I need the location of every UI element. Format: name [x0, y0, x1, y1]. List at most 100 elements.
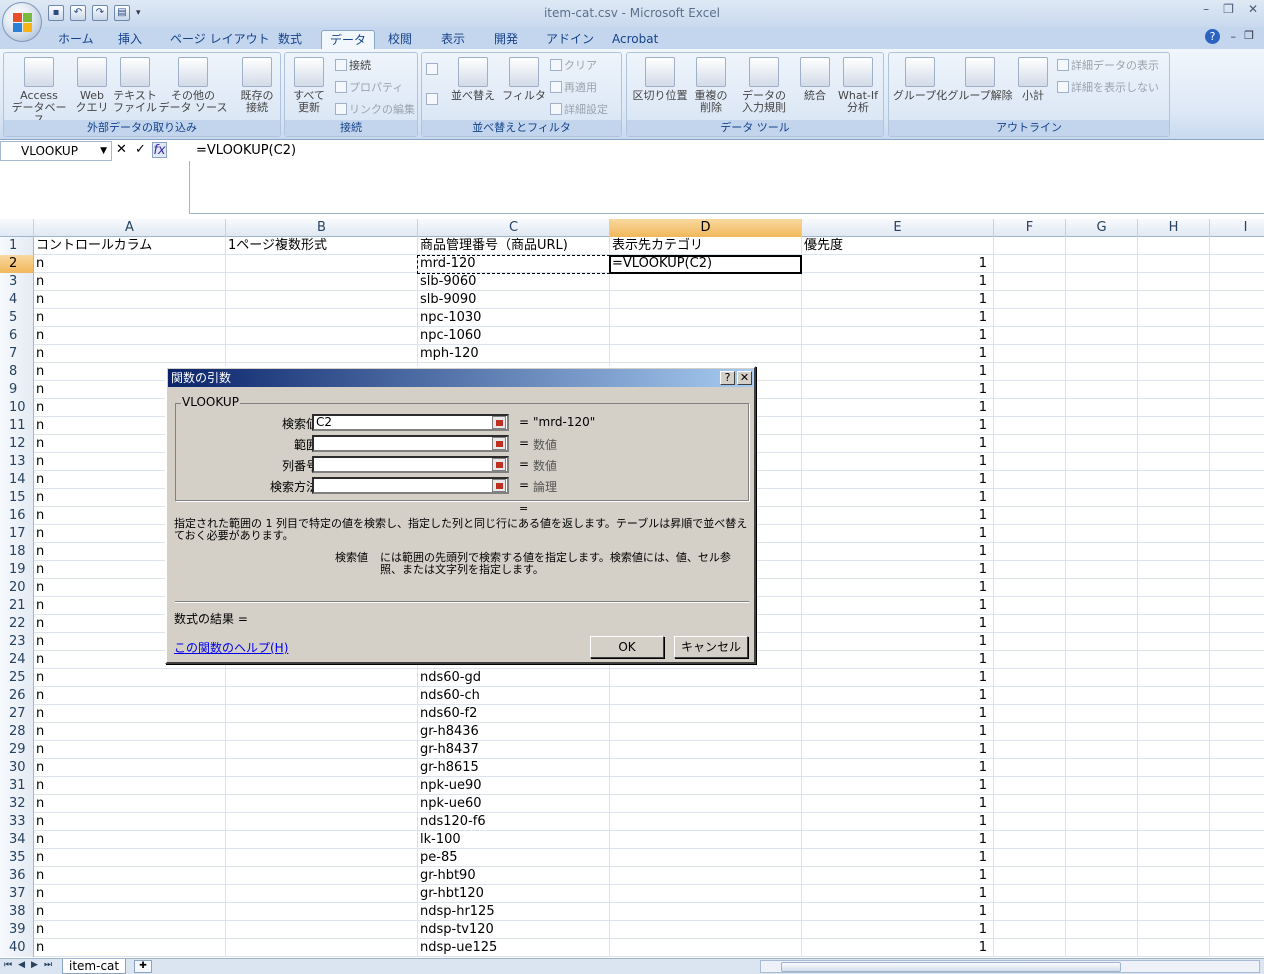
- cell-a[interactable]: n: [34, 831, 226, 849]
- restore-icon[interactable]: ❐: [1223, 2, 1234, 16]
- cell-f[interactable]: [994, 921, 1066, 939]
- cell-c[interactable]: gr-h8437: [418, 741, 610, 759]
- group-button[interactable]: グループ化: [889, 57, 951, 102]
- cell-a[interactable]: n: [34, 705, 226, 723]
- cell-b[interactable]: [226, 759, 418, 777]
- cell-i[interactable]: [1210, 399, 1264, 417]
- cell-i[interactable]: [1210, 543, 1264, 561]
- cell-f[interactable]: [994, 867, 1066, 885]
- cell-e[interactable]: 1: [802, 633, 994, 651]
- cell-i[interactable]: [1210, 273, 1264, 291]
- cell-e[interactable]: 1: [802, 399, 994, 417]
- cell-e[interactable]: 1: [802, 363, 994, 381]
- cell-b[interactable]: 1ページ複数形式: [226, 237, 418, 255]
- row-header[interactable]: 11: [0, 417, 34, 435]
- cell-h[interactable]: [1138, 741, 1210, 759]
- cell-h[interactable]: [1138, 237, 1210, 255]
- cell-g[interactable]: [1066, 525, 1138, 543]
- cell-i[interactable]: [1210, 903, 1264, 921]
- cell-g[interactable]: [1066, 777, 1138, 795]
- cell-g[interactable]: [1066, 795, 1138, 813]
- cell-g[interactable]: [1066, 255, 1138, 273]
- cell-a[interactable]: コントロールカラム: [34, 237, 226, 255]
- cell-e[interactable]: 1: [802, 597, 994, 615]
- cell-c[interactable]: npk-ue60: [418, 795, 610, 813]
- cell-h[interactable]: [1138, 615, 1210, 633]
- cell-g[interactable]: [1066, 813, 1138, 831]
- cell-c[interactable]: 商品管理番号（商品URL): [418, 237, 610, 255]
- cell-h[interactable]: [1138, 849, 1210, 867]
- row-header[interactable]: 23: [0, 633, 34, 651]
- tab-insert[interactable]: 挿入: [110, 30, 150, 49]
- cell-f[interactable]: [994, 273, 1066, 291]
- cell-g[interactable]: [1066, 921, 1138, 939]
- cell-g[interactable]: [1066, 435, 1138, 453]
- cell-i[interactable]: [1210, 435, 1264, 453]
- row-header[interactable]: 12: [0, 435, 34, 453]
- connections-button[interactable]: 接続: [335, 57, 371, 75]
- cell-e[interactable]: 1: [802, 777, 994, 795]
- access-button[interactable]: Access データベース: [7, 57, 71, 126]
- cell-h[interactable]: [1138, 453, 1210, 471]
- cell-f[interactable]: [994, 561, 1066, 579]
- row-header[interactable]: 4: [0, 291, 34, 309]
- cell-i[interactable]: [1210, 525, 1264, 543]
- cell-a[interactable]: n: [34, 777, 226, 795]
- row-header[interactable]: 10: [0, 399, 34, 417]
- cell-a[interactable]: n: [34, 903, 226, 921]
- cell-g[interactable]: [1066, 399, 1138, 417]
- column-header-i[interactable]: I: [1210, 219, 1264, 237]
- cell-e[interactable]: 1: [802, 309, 994, 327]
- cell-i[interactable]: [1210, 795, 1264, 813]
- cell-b[interactable]: [226, 777, 418, 795]
- cell-f[interactable]: [994, 759, 1066, 777]
- cell-g[interactable]: [1066, 381, 1138, 399]
- cell-d[interactable]: [610, 903, 802, 921]
- cell-e[interactable]: 1: [802, 921, 994, 939]
- cell-h[interactable]: [1138, 543, 1210, 561]
- cell-g[interactable]: [1066, 615, 1138, 633]
- arg-input[interactable]: C2: [312, 414, 509, 431]
- ok-button[interactable]: OK: [590, 636, 664, 658]
- minimize-icon[interactable]: –: [1203, 2, 1209, 16]
- subtotal-button[interactable]: 小計: [1015, 57, 1051, 102]
- edit-links-button[interactable]: リンクの編集: [335, 101, 415, 119]
- cell-g[interactable]: [1066, 327, 1138, 345]
- collapse-dialog-icon[interactable]: [492, 458, 506, 471]
- cell-e[interactable]: 1: [802, 525, 994, 543]
- cell-b[interactable]: [226, 255, 418, 273]
- cell-h[interactable]: [1138, 921, 1210, 939]
- cell-c[interactable]: npc-1030: [418, 309, 610, 327]
- cell-a[interactable]: n: [34, 255, 226, 273]
- cell-f[interactable]: [994, 399, 1066, 417]
- name-box[interactable]: VLOOKUP ▼: [0, 141, 112, 161]
- cell-e[interactable]: 1: [802, 417, 994, 435]
- cell-f[interactable]: [994, 309, 1066, 327]
- sheet-tab[interactable]: item-cat: [62, 959, 127, 974]
- collapse-dialog-icon[interactable]: [492, 437, 506, 450]
- cell-d[interactable]: [610, 849, 802, 867]
- help-icon[interactable]: ?: [1205, 29, 1220, 44]
- cell-f[interactable]: [994, 255, 1066, 273]
- cell-b[interactable]: [226, 687, 418, 705]
- cell-e[interactable]: 1: [802, 687, 994, 705]
- cell-e[interactable]: 1: [802, 615, 994, 633]
- enter-formula-icon[interactable]: ✓: [133, 142, 148, 158]
- cell-c[interactable]: lk-100: [418, 831, 610, 849]
- next-sheet-icon[interactable]: ▶: [31, 960, 38, 970]
- office-button[interactable]: [2, 2, 42, 42]
- cell-g[interactable]: [1066, 831, 1138, 849]
- cell-e[interactable]: 1: [802, 453, 994, 471]
- cell-d[interactable]: [610, 777, 802, 795]
- other-sources-button[interactable]: その他の データ ソース: [156, 57, 230, 114]
- cell-e[interactable]: 1: [802, 273, 994, 291]
- row-header[interactable]: 40: [0, 939, 34, 957]
- cell-e[interactable]: 1: [802, 741, 994, 759]
- properties-button[interactable]: プロパティ: [335, 79, 403, 97]
- cell-i[interactable]: [1210, 489, 1264, 507]
- cell-i[interactable]: [1210, 885, 1264, 903]
- cell-e[interactable]: 1: [802, 903, 994, 921]
- cell-h[interactable]: [1138, 687, 1210, 705]
- cell-a[interactable]: n: [34, 327, 226, 345]
- cell-h[interactable]: [1138, 363, 1210, 381]
